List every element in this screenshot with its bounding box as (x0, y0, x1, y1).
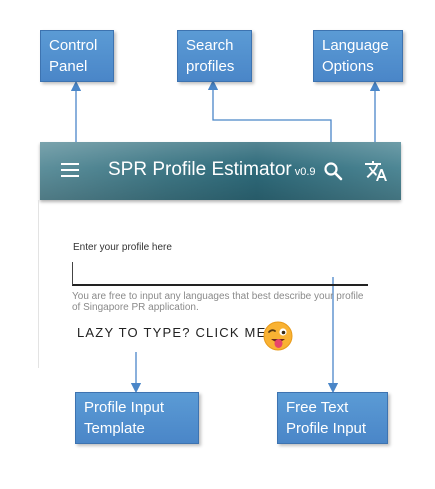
callout-line: Control (49, 37, 98, 54)
content-divider (38, 200, 39, 368)
profile-input-label: Enter your profile here (73, 242, 172, 253)
profile-input-helper: You are free to input any languages that… (72, 291, 364, 313)
lazy-to-type-button[interactable]: LAZY TO TYPE? CLICK ME (77, 325, 266, 340)
search-icon[interactable] (323, 161, 343, 181)
callout-control-panel: Control Panel (40, 30, 114, 82)
translate-icon[interactable] (364, 159, 388, 183)
callout-line: Options (322, 58, 374, 75)
winking-tongue-emoji-icon[interactable] (263, 321, 293, 351)
callout-line: Free Text (286, 399, 349, 416)
app-title-text: SPR Profile Estimator (108, 159, 292, 180)
callout-search-profiles: Search profiles (177, 30, 252, 82)
callout-line: Panel (49, 58, 88, 75)
app-bar: SPR Profile Estimator v0.9 (40, 142, 401, 200)
callout-line: Profile Input (286, 420, 367, 437)
app-version: v0.9 (294, 166, 316, 178)
callout-line: Language (322, 37, 389, 54)
profile-text-input[interactable] (72, 262, 368, 286)
callout-free-text-input: Free Text Profile Input (277, 392, 388, 444)
menu-icon[interactable] (61, 163, 79, 177)
callout-line: Profile Input (84, 399, 165, 416)
app-title: SPR Profile Estimator v0.9 (108, 159, 316, 181)
callout-language-options: Language Options (313, 30, 403, 82)
callout-line: Search (186, 37, 234, 54)
callout-line: profiles (186, 58, 235, 75)
callout-line: Template (84, 420, 145, 437)
callout-profile-input-template: Profile Input Template (75, 392, 199, 444)
